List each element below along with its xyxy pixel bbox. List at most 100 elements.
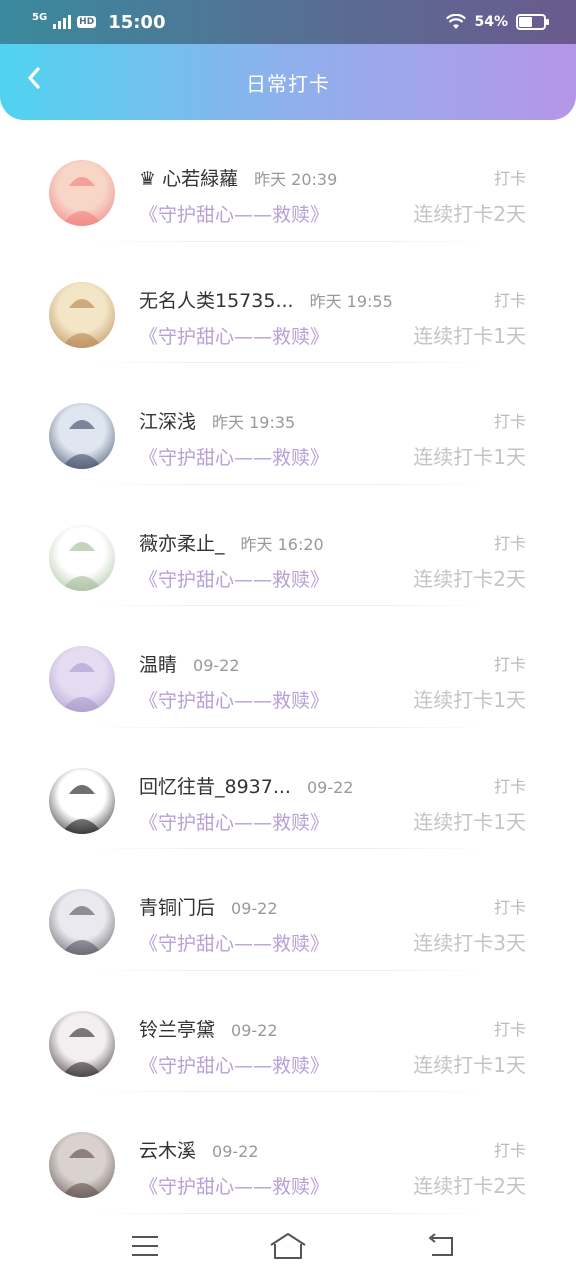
app-header: 日常打卡 xyxy=(0,44,576,120)
avatar[interactable] xyxy=(49,403,115,469)
status-bar: 5G HD 15:00 54% xyxy=(0,0,576,44)
menu-icon xyxy=(132,1236,158,1256)
streak-label: 连续打卡2天 xyxy=(413,566,526,591)
checkin-label: 打卡 xyxy=(493,898,526,917)
avatar-figure xyxy=(61,297,103,348)
avatar-figure xyxy=(61,662,103,712)
book-title[interactable]: 《守护甜心——救赎》 xyxy=(139,565,329,592)
battery-fill xyxy=(519,17,532,27)
avatar[interactable] xyxy=(49,1010,115,1077)
avatar[interactable] xyxy=(49,160,115,226)
user-name[interactable]: 云木溪 xyxy=(139,1136,196,1163)
user-name[interactable]: 回忆往昔_8937... xyxy=(139,772,291,799)
page-title: 日常打卡 xyxy=(246,71,330,96)
avatar[interactable] xyxy=(49,281,115,348)
list-item[interactable]: 回忆往昔_8937... 09-22 《守护甜心——救赎》 打卡 连续打卡1天 xyxy=(0,728,576,849)
list-item[interactable]: 温睛 09-22 《守护甜心——救赎》 打卡 连续打卡1天 xyxy=(0,606,576,728)
avatar-figure xyxy=(61,540,103,591)
user-name[interactable]: 铃兰亭黛 xyxy=(139,1015,215,1042)
user-line: 无名人类15735... 昨天 19:55 xyxy=(139,286,393,313)
streak-label: 连续打卡1天 xyxy=(413,809,526,834)
checkin-time: 09-22 xyxy=(306,777,354,797)
user-line: 铃兰亭黛 09-22 xyxy=(139,1015,278,1042)
user-line: 江深浅 昨天 19:35 xyxy=(139,407,295,434)
checkin-time: 09-22 xyxy=(212,1142,259,1161)
streak-label: 连续打卡2天 xyxy=(413,1174,526,1198)
checkin-label: 打卡 xyxy=(493,776,526,796)
streak-label: 连续打卡1天 xyxy=(413,445,526,469)
back-button[interactable] xyxy=(14,58,54,98)
avatar-figure xyxy=(61,419,103,469)
avatar-figure xyxy=(61,905,103,955)
book-title[interactable]: 《守护甜心——救赎》 xyxy=(139,1051,329,1078)
chevron-left-icon xyxy=(28,67,40,89)
list-item[interactable]: 青铜门后 09-22 《守护甜心——救赎》 打卡 连续打卡3天 xyxy=(0,849,576,971)
checkin-time: 09-22 xyxy=(231,1020,278,1040)
user-line: ♛ 心若緑蘿 昨天 20:39 xyxy=(139,164,337,191)
checkin-label: 打卡 xyxy=(493,1141,526,1160)
book-title[interactable]: 《守护甜心——救赎》 xyxy=(139,443,329,470)
avatar-figure xyxy=(61,1148,103,1198)
checkin-label: 打卡 xyxy=(493,533,526,553)
checkin-list: ♛ 心若緑蘿 昨天 20:39 《守护甜心——救赎》 打卡 连续打卡2天 无名人… xyxy=(0,120,576,1214)
home-button[interactable] xyxy=(268,1228,308,1264)
checkin-time: 09-22 xyxy=(231,899,278,918)
book-title[interactable]: 《守护甜心——救赎》 xyxy=(139,686,329,713)
avatar-figure xyxy=(61,783,103,834)
user-line: 温睛 09-22 xyxy=(139,650,240,677)
battery-percent: 54% xyxy=(474,14,508,30)
user-line: 薇亦柔止_ 昨天 16:20 xyxy=(139,529,324,556)
checkin-label: 打卡 xyxy=(493,1019,526,1039)
hd-badge: HD xyxy=(77,16,97,28)
wifi-icon xyxy=(446,14,467,29)
user-name[interactable]: 江深浅 xyxy=(139,407,196,434)
checkin-time: 昨天 16:20 xyxy=(240,534,324,554)
checkin-label: 打卡 xyxy=(493,290,526,310)
streak-label: 连续打卡3天 xyxy=(413,931,526,955)
checkin-label: 打卡 xyxy=(493,169,526,188)
user-line: 青铜门后 09-22 xyxy=(139,893,278,920)
avatar-figure xyxy=(61,1026,103,1077)
home-icon xyxy=(270,1233,306,1259)
user-name[interactable]: 温睛 xyxy=(139,650,177,677)
system-nav-bar xyxy=(0,1214,576,1280)
streak-label: 连续打卡2天 xyxy=(413,202,526,226)
checkin-time: 昨天 20:39 xyxy=(254,170,338,189)
streak-label: 连续打卡1天 xyxy=(413,1052,526,1077)
streak-label: 连续打卡1天 xyxy=(413,323,526,348)
user-name[interactable]: ♛ 心若緑蘿 xyxy=(139,164,238,191)
avatar[interactable] xyxy=(49,1132,115,1198)
streak-label: 连续打卡1天 xyxy=(413,688,526,712)
network-label: 5G xyxy=(32,12,48,23)
book-title[interactable]: 《守护甜心——救赎》 xyxy=(139,1172,329,1199)
user-name[interactable]: 薇亦柔止_ xyxy=(139,529,225,556)
avatar[interactable] xyxy=(49,767,115,834)
avatar[interactable] xyxy=(49,646,115,712)
book-title[interactable]: 《守护甜心——救赎》 xyxy=(139,200,329,227)
checkin-time: 09-22 xyxy=(193,656,240,675)
menu-button[interactable] xyxy=(125,1228,165,1264)
list-item[interactable]: 铃兰亭黛 09-22 《守护甜心——救赎》 打卡 连续打卡1天 xyxy=(0,971,576,1092)
checkin-time: 昨天 19:55 xyxy=(309,291,393,311)
checkin-time: 昨天 19:35 xyxy=(212,413,296,432)
list-item[interactable]: 江深浅 昨天 19:35 《守护甜心——救赎》 打卡 连续打卡1天 xyxy=(0,363,576,485)
avatar[interactable] xyxy=(49,524,115,591)
list-item[interactable]: 无名人类15735... 昨天 19:55 《守护甜心——救赎》 打卡 连续打卡… xyxy=(0,242,576,363)
checkin-label: 打卡 xyxy=(493,412,526,431)
signal-icon xyxy=(53,15,72,29)
return-button[interactable] xyxy=(420,1228,460,1264)
user-name[interactable]: 无名人类15735... xyxy=(139,286,294,313)
status-time: 15:00 xyxy=(108,11,166,33)
checkin-label: 打卡 xyxy=(493,655,526,674)
book-title[interactable]: 《守护甜心——救赎》 xyxy=(139,929,329,956)
list-item[interactable]: ♛ 心若緑蘿 昨天 20:39 《守护甜心——救赎》 打卡 连续打卡2天 xyxy=(0,120,576,242)
user-line: 云木溪 09-22 xyxy=(139,1136,259,1163)
avatar[interactable] xyxy=(49,889,115,955)
list-item[interactable]: 云木溪 09-22 《守护甜心——救赎》 打卡 连续打卡2天 xyxy=(0,1092,576,1214)
avatar-figure xyxy=(61,176,103,226)
book-title[interactable]: 《守护甜心——救赎》 xyxy=(139,808,329,835)
user-name[interactable]: 青铜门后 xyxy=(139,893,215,920)
list-item[interactable]: 薇亦柔止_ 昨天 16:20 《守护甜心——救赎》 打卡 连续打卡2天 xyxy=(0,485,576,606)
battery-icon xyxy=(516,14,549,30)
book-title[interactable]: 《守护甜心——救赎》 xyxy=(139,322,329,349)
